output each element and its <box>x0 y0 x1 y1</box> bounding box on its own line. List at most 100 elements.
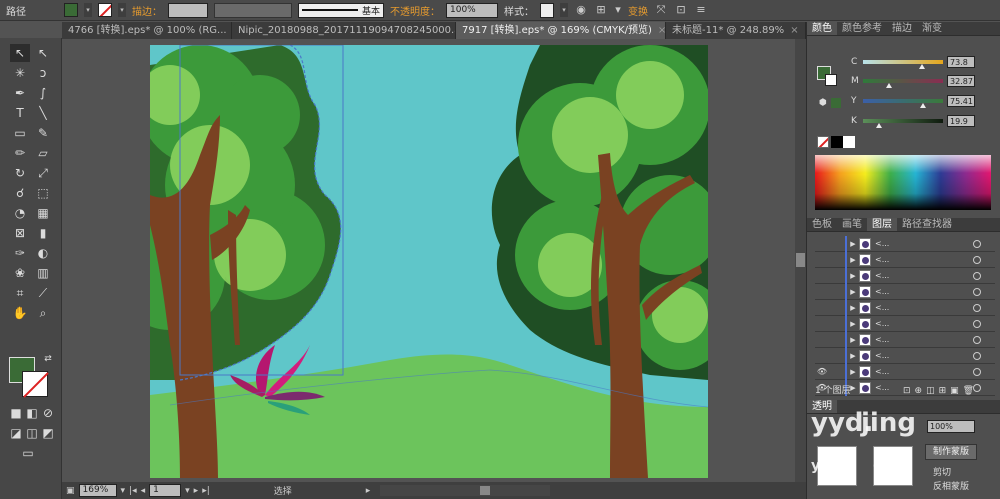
stroke-weight-label[interactable]: 描边： <box>132 3 162 18</box>
mesh-tool-icon[interactable]: ⊠ <box>10 224 30 242</box>
expand-triangle-icon[interactable]: ▶ <box>847 256 859 264</box>
blend-tool-icon[interactable]: ◐ <box>33 244 53 262</box>
expand-triangle-icon[interactable]: ▶ <box>847 336 859 344</box>
black-swatch[interactable] <box>831 136 843 148</box>
screen-mode-icon[interactable]: ▭ <box>18 444 38 462</box>
tab-swatches[interactable]: 色板 <box>807 218 837 231</box>
curvature-tool-icon[interactable]: ∫ <box>33 84 53 102</box>
fill-swatch[interactable] <box>64 3 78 17</box>
none-swatch[interactable] <box>817 136 829 148</box>
stroke-dropdown[interactable]: ▾ <box>118 3 126 17</box>
eye-icon[interactable]: 👁 <box>815 367 829 376</box>
stroke-color-box[interactable] <box>22 371 48 397</box>
column-graph-tool-icon[interactable]: ▥ <box>33 264 53 282</box>
direct-selection-tool-icon[interactable]: ↖ <box>33 44 53 62</box>
layer-row[interactable]: ▶ <... <box>815 347 995 364</box>
layer-row[interactable]: ▶ <... <box>815 235 995 252</box>
align-dropdown-icon[interactable]: ▾ <box>614 3 622 17</box>
channel-slider[interactable] <box>863 119 943 128</box>
zoom-field[interactable]: 169% <box>78 484 117 497</box>
target-circle-icon[interactable] <box>973 239 981 248</box>
tab-brushes[interactable]: 画笔 <box>837 218 867 231</box>
lasso-tool-icon[interactable]: ↄ <box>33 64 53 82</box>
expand-triangle-icon[interactable]: ▶ <box>847 352 859 360</box>
tab-layers[interactable]: 图层 <box>867 218 897 231</box>
tab-stroke[interactable]: 描边 <box>887 22 917 35</box>
prev-artboard-icon[interactable]: ◂ <box>141 486 146 496</box>
first-artboard-icon[interactable]: |◂ <box>129 486 137 496</box>
style-dropdown[interactable]: ▾ <box>560 3 568 17</box>
expand-triangle-icon[interactable]: ▶ <box>847 304 859 312</box>
expand-triangle-icon[interactable]: ▶ <box>847 288 859 296</box>
artboard-tool-icon[interactable]: ⌗ <box>10 284 30 302</box>
panel-menu-icon[interactable]: ≡ <box>694 3 708 17</box>
pen-tool-icon[interactable]: ✒ <box>10 84 30 102</box>
fill-dropdown[interactable]: ▾ <box>84 3 92 17</box>
isolate-icon[interactable]: ⤧ <box>654 3 668 17</box>
channel-slider[interactable] <box>863 79 943 88</box>
scrollbar-thumb[interactable] <box>796 253 805 267</box>
panel-stroke-swatch[interactable] <box>825 74 837 86</box>
horizontal-scrollbar[interactable] <box>380 485 551 496</box>
target-circle-icon[interactable] <box>973 303 981 312</box>
paintbrush-tool-icon[interactable]: ✎ <box>33 124 53 142</box>
zoom-dropdown-icon[interactable]: ▾ <box>121 486 126 496</box>
swap-fill-stroke-icon[interactable]: ⇄ <box>38 350 58 368</box>
type-tool-icon[interactable]: T <box>10 104 30 122</box>
eraser-tool-icon[interactable]: ▱ <box>33 144 53 162</box>
channel-value-field[interactable]: 73.8 <box>947 56 975 68</box>
eyedropper-tool-icon[interactable]: ✑ <box>10 244 30 262</box>
channel-slider[interactable] <box>863 60 943 69</box>
expand-triangle-icon[interactable]: ▶ <box>847 240 859 248</box>
layer-row[interactable]: ▶ <... <box>815 331 995 348</box>
slider-knob[interactable] <box>920 103 927 108</box>
recolor-icon[interactable]: ◉ <box>574 3 588 17</box>
gamut-swatch[interactable] <box>831 98 841 108</box>
next-artboard-icon[interactable]: ▸ <box>194 486 199 496</box>
target-circle-icon[interactable] <box>973 335 981 344</box>
target-circle-icon[interactable] <box>973 271 981 280</box>
white-swatch[interactable] <box>843 136 855 148</box>
warp-tool-icon[interactable]: ☌ <box>10 184 30 202</box>
tab-doc-3[interactable]: 7917 [转换].eps* @ 169% (CMYK/预览) × <box>456 22 666 39</box>
layer-row[interactable]: 👁 ▶ <... <box>815 363 995 380</box>
slider-knob[interactable] <box>875 123 882 128</box>
stroke-weight-field[interactable] <box>168 2 208 18</box>
symbol-sprayer-tool-icon[interactable]: ❀ <box>10 264 30 282</box>
expand-triangle-icon[interactable]: ▶ <box>847 320 859 328</box>
rectangle-tool-icon[interactable]: ▭ <box>10 124 30 142</box>
layer-row[interactable]: ▶ <... <box>815 315 995 332</box>
layer-row[interactable]: ▶ <... <box>815 251 995 268</box>
line-tool-icon[interactable]: ╲ <box>33 104 53 122</box>
status-menu-icon[interactable]: ▸ <box>366 486 371 496</box>
cube-icon[interactable]: ⬢ <box>819 98 827 108</box>
layer-row[interactable]: ▶ <... <box>815 267 995 284</box>
tab-color-guide[interactable]: 颜色参考 <box>837 22 887 35</box>
target-circle-icon[interactable] <box>973 319 981 328</box>
perspective-grid-tool-icon[interactable]: ▦ <box>33 204 53 222</box>
style-swatch[interactable] <box>540 2 554 18</box>
variable-width-dropdown[interactable] <box>214 2 292 18</box>
target-circle-icon[interactable] <box>973 351 981 360</box>
tab-doc-1[interactable]: 4766 [转换].eps* @ 100% (RG...× <box>62 22 232 39</box>
artboard-number-field[interactable]: 1 <box>149 484 182 497</box>
color-spectrum[interactable] <box>815 155 991 210</box>
tab-pathfinder[interactable]: 路径查找器 <box>897 218 957 231</box>
target-circle-icon[interactable] <box>973 287 981 296</box>
bridge-icon[interactable]: ▣ <box>66 486 75 496</box>
layer-footer-icons[interactable]: ⊡⊕◫⊞▣🗑 <box>903 384 978 398</box>
canvas-area[interactable] <box>62 39 806 482</box>
magic-wand-tool-icon[interactable]: ✳ <box>10 64 30 82</box>
brush-definition-dropdown[interactable]: 基本 <box>298 2 384 18</box>
opacity-label[interactable]: 不透明度： <box>390 3 440 18</box>
expand-triangle-icon[interactable]: ▶ <box>847 272 859 280</box>
rotate-tool-icon[interactable]: ↻ <box>10 164 30 182</box>
slider-knob[interactable] <box>886 83 893 88</box>
slider-knob[interactable] <box>919 64 926 69</box>
artboard-illustration[interactable] <box>150 45 708 478</box>
stroke-swatch[interactable] <box>98 3 112 17</box>
channel-value-field[interactable]: 32.87 <box>947 75 975 87</box>
pencil-tool-icon[interactable]: ✏ <box>10 144 30 162</box>
opacity-field[interactable]: 100% <box>446 2 498 18</box>
tab-doc-4[interactable]: 未标题-11* @ 248.89% × <box>666 22 806 39</box>
